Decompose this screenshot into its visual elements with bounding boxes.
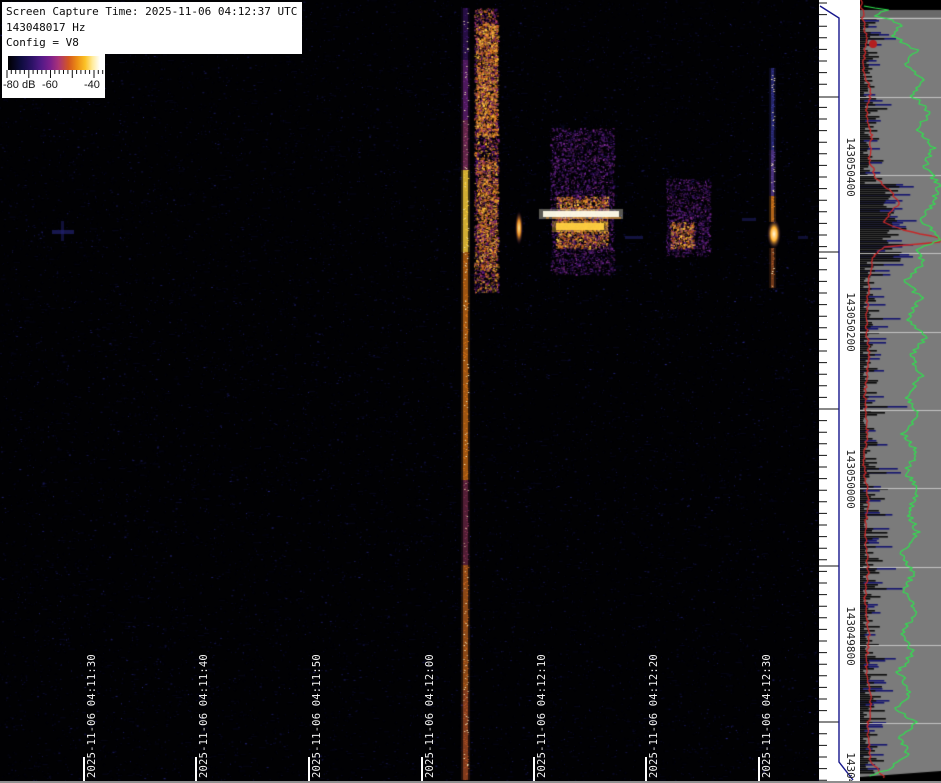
time-axis-tick	[533, 757, 535, 781]
center-frequency-text: 143048017 Hz	[6, 20, 86, 34]
time-axis-tick	[758, 757, 760, 781]
sdr-waterfall-window: 143050400 143050200 143050000 143049800 1430…	[0, 0, 941, 783]
colorbar-label: -80 dB	[3, 79, 36, 91]
time-axis-label: 2025-11-06 04:12:00	[424, 654, 436, 778]
time-axis-tick	[195, 757, 197, 781]
time-axis-tick	[645, 757, 647, 781]
time-axis-label: 2025-11-06 04:12:10	[536, 654, 548, 778]
config-text: Config = V8	[6, 36, 79, 49]
color-scale-legend: -80 dB -60 -40	[2, 53, 105, 98]
colorbar-ruler-ticks	[6, 70, 104, 78]
time-axis-label: 2025-11-06 04:11:30	[86, 654, 98, 778]
waterfall-spectrogram[interactable]	[0, 0, 819, 783]
time-axis-tick	[83, 757, 85, 781]
freq-axis-label: 143049800	[844, 606, 857, 666]
time-axis-label: 2025-11-06 04:12:20	[648, 654, 660, 778]
time-axis-tick	[308, 757, 310, 781]
capture-info-overlay: Screen Capture Time: 2025-11-06 04:12:37…	[2, 2, 303, 54]
colorbar-gradient	[8, 56, 100, 70]
colorbar-label: -60	[42, 79, 58, 91]
colorbar-label: -40	[84, 79, 100, 91]
time-axis-label: 2025-11-06 04:12:30	[761, 654, 773, 778]
freq-axis-label: 143050400	[844, 137, 857, 197]
freq-axis-label: 143050200	[844, 292, 857, 352]
spectrum-side-panel[interactable]	[860, 0, 941, 783]
capture-time-text: Screen Capture Time: 2025-11-06 04:12:37…	[6, 5, 298, 18]
freq-axis-label: 143050000	[844, 449, 857, 509]
time-axis-label: 2025-11-06 04:11:50	[311, 654, 323, 778]
time-axis-label: 2025-11-06 04:11:40	[198, 654, 210, 778]
freq-axis-label: 143049600 Hz	[844, 722, 857, 783]
time-axis-tick	[421, 757, 423, 781]
